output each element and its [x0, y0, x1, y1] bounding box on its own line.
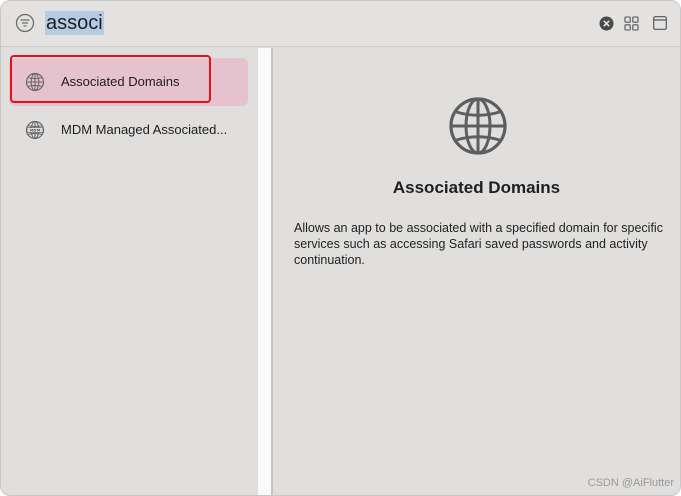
- mdm-globe-icon: MDM: [25, 120, 45, 140]
- detail-pane: Associated Domains Allows an app to be a…: [273, 48, 680, 495]
- list-item-mdm-managed-associated-domains[interactable]: MDM MDM Managed Associated...: [9, 106, 248, 154]
- search-bar: associ: [1, 1, 680, 47]
- capability-list: Associated Domains MDM MDM Managed Assoc…: [1, 48, 258, 495]
- mdm-badge: MDM: [30, 127, 41, 132]
- sidebar-toggle-icon[interactable]: [653, 16, 667, 30]
- search-input[interactable]: associ: [45, 11, 104, 35]
- list-item-label: MDM Managed Associated...: [61, 122, 228, 137]
- detail-description: Allows an app to be associated with a sp…: [294, 221, 663, 267]
- watermark: CSDN @AiFlutter: [587, 477, 674, 489]
- globe-icon: [449, 97, 507, 155]
- detail-title: Associated Domains: [392, 178, 561, 197]
- list-item-associated-domains[interactable]: Associated Domains: [9, 58, 248, 106]
- filter-icon[interactable]: [15, 13, 35, 33]
- capabilities-window: associ Associated Domains MDM MDM Manage…: [0, 0, 681, 496]
- globe-icon: [25, 72, 45, 92]
- grid-view-icon[interactable]: [624, 16, 639, 31]
- clear-search-icon[interactable]: [599, 16, 614, 31]
- split-view-gutter[interactable]: [258, 48, 271, 495]
- list-item-label: Associated Domains: [61, 74, 180, 89]
